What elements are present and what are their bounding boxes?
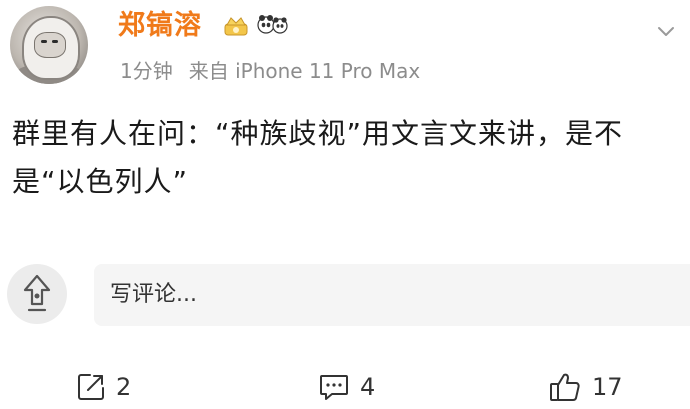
repost-icon: [78, 373, 104, 400]
avatar-eye-shape: [41, 40, 47, 43]
post-time: 1分钟: [120, 59, 173, 83]
avatar-eye-shape: [52, 40, 58, 43]
repost-count: 2: [116, 372, 132, 401]
comment-placeholder: 写评论...: [110, 282, 197, 307]
comment-avatar-button[interactable]: [7, 264, 67, 324]
post-meta: 1分钟 来自 iPhone 11 Pro Max: [120, 57, 420, 85]
post-header: 郑镐溶 1分钟 来自 iPhone 11 Pro Max: [0, 0, 690, 100]
repost-arrow-icon: [9, 266, 65, 322]
user-avatar[interactable]: [10, 6, 88, 84]
crown-badge-icon[interactable]: [223, 15, 249, 37]
avatar-face-shape: [34, 32, 66, 58]
comment-count: 4: [360, 372, 376, 401]
repost-button[interactable]: 2: [76, 364, 131, 409]
like-button[interactable]: 17: [548, 364, 623, 409]
comment-button[interactable]: 4: [318, 364, 375, 409]
comment-row: 写评论...: [0, 262, 690, 328]
thumbs-up-icon: [550, 373, 580, 401]
panda-badge-icon[interactable]: [256, 12, 290, 38]
username[interactable]: 郑镐溶: [118, 8, 202, 44]
like-count: 17: [592, 372, 623, 401]
post-source[interactable]: 来自 iPhone 11 Pro Max: [189, 59, 420, 83]
post-text: 群里有人在问：“种族歧视”用文言文来讲，是不是“以色列人”: [12, 117, 624, 198]
chevron-down-icon[interactable]: [654, 20, 678, 44]
comment-input[interactable]: 写评论...: [94, 264, 690, 326]
action-bar: 2 4 17: [0, 364, 690, 409]
comment-icon: [320, 374, 348, 400]
